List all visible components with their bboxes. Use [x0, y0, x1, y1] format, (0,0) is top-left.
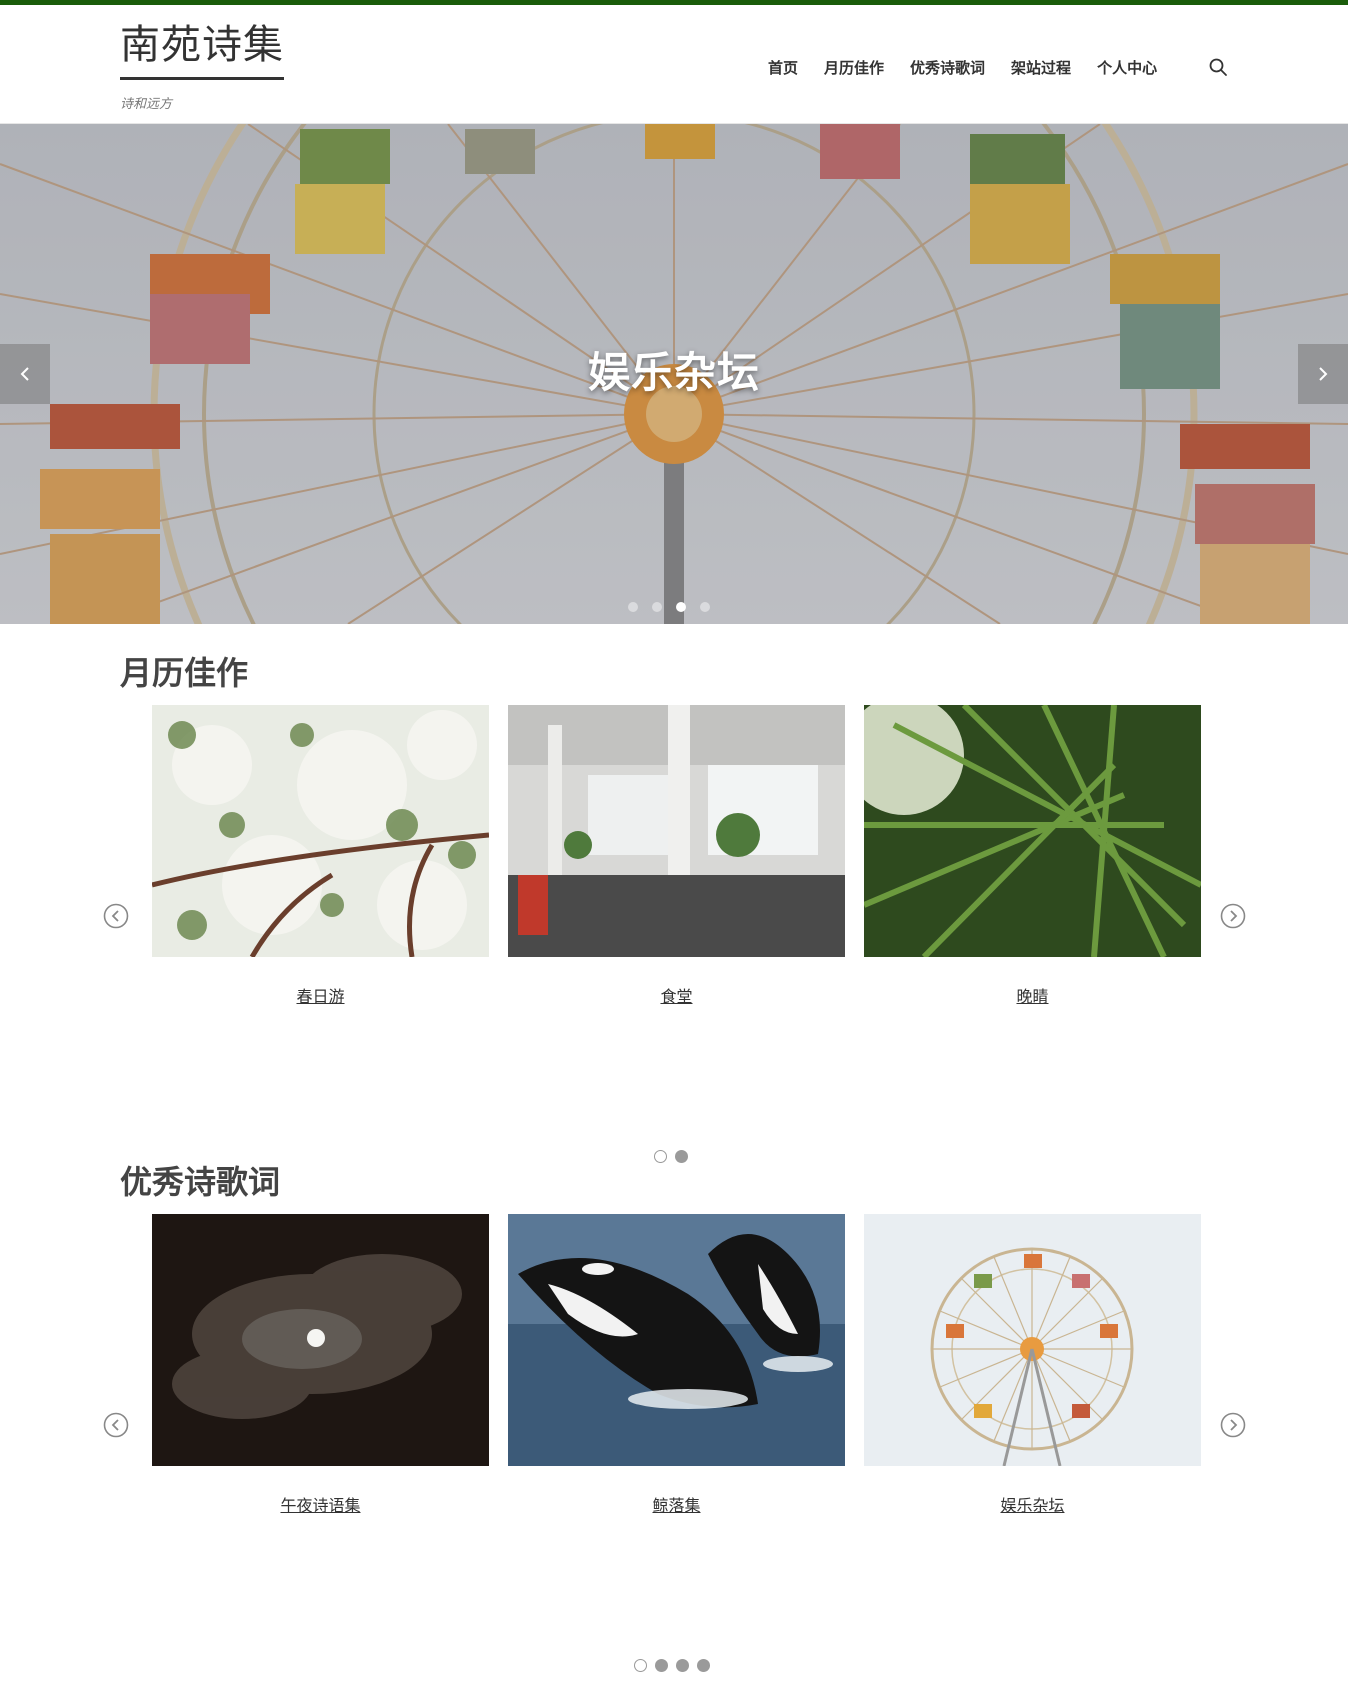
pagination-dot[interactable] [697, 1659, 710, 1672]
nav-item-home[interactable]: 首页 [768, 57, 798, 78]
card-caption[interactable]: 鲸落集 [508, 1492, 845, 1516]
circle-chevron-right-icon [1220, 903, 1246, 929]
hero-dot[interactable] [700, 602, 710, 612]
card-caption[interactable]: 午夜诗语集 [152, 1492, 489, 1516]
hero-dot[interactable] [652, 602, 662, 612]
palm-leaf-photo [864, 705, 1201, 957]
section1-prev-button[interactable] [103, 903, 129, 929]
card-caption[interactable]: 食堂 [508, 983, 845, 1007]
hero-prev-button[interactable] [0, 344, 50, 404]
nav-item-profile[interactable]: 个人中心 [1097, 57, 1157, 78]
search-icon[interactable] [1208, 57, 1228, 77]
pagination-dot-active[interactable] [634, 1659, 647, 1672]
nav-item-build[interactable]: 架站过程 [1011, 57, 1071, 78]
hero-dot[interactable] [628, 602, 638, 612]
site-header: 南苑诗集 诗和远方 首页 月历佳作 优秀诗歌词 架站过程 个人中心 [0, 5, 1348, 124]
chevron-right-icon [1319, 367, 1328, 381]
pagination-dot[interactable] [676, 1659, 689, 1672]
ferris-wheel-photo [864, 1214, 1201, 1466]
pagination-dot[interactable] [655, 1659, 668, 1672]
pagination-dot[interactable] [675, 1150, 688, 1163]
pagination-dot-active[interactable] [654, 1150, 667, 1163]
site-title[interactable]: 南苑诗集 [120, 21, 284, 80]
hero-pagination [628, 602, 710, 612]
card-whalefall[interactable]: 鲸落集 [508, 1214, 845, 1516]
card-canteen[interactable]: 食堂 [508, 705, 845, 1007]
section1-next-button[interactable] [1220, 903, 1246, 929]
open-office-interior-photo [508, 705, 845, 957]
orca-jumping-photo [508, 1214, 845, 1466]
chevron-left-icon [20, 367, 29, 381]
circle-chevron-left-icon [103, 1412, 129, 1438]
section-title-monthly: 月历佳作 [120, 654, 249, 692]
card-caption[interactable]: 春日游 [152, 983, 489, 1007]
card-caption[interactable]: 晚睛 [864, 983, 1201, 1007]
site-tagline: 诗和远方 [120, 97, 173, 112]
hero-caption[interactable]: 娱乐杂坛 [0, 339, 1348, 400]
section2-next-button[interactable] [1220, 1412, 1246, 1438]
circle-chevron-right-icon [1220, 1412, 1246, 1438]
nav-item-poems[interactable]: 优秀诗歌词 [910, 57, 985, 78]
circle-chevron-left-icon [103, 903, 129, 929]
hero-next-button[interactable] [1298, 344, 1348, 404]
hero-slider: 娱乐杂坛 [0, 124, 1348, 624]
moon-clouds-night-photo [152, 1214, 489, 1466]
card-entertainment[interactable]: 娱乐杂坛 [864, 1214, 1201, 1516]
section1-pagination [654, 1150, 688, 1163]
card-evening[interactable]: 晚睛 [864, 705, 1201, 1007]
blossom-branches-photo [152, 705, 489, 957]
hero-dot-active[interactable] [676, 602, 686, 612]
main-nav: 首页 月历佳作 优秀诗歌词 架站过程 个人中心 [768, 57, 1183, 78]
card-spring[interactable]: 春日游 [152, 705, 489, 1007]
section2-prev-button[interactable] [103, 1412, 129, 1438]
card-midnight[interactable]: 午夜诗语集 [152, 1214, 489, 1516]
section-title-poems: 优秀诗歌词 [120, 1163, 281, 1201]
nav-item-monthly[interactable]: 月历佳作 [824, 57, 884, 78]
card-caption[interactable]: 娱乐杂坛 [864, 1492, 1201, 1516]
section2-pagination [634, 1659, 710, 1672]
